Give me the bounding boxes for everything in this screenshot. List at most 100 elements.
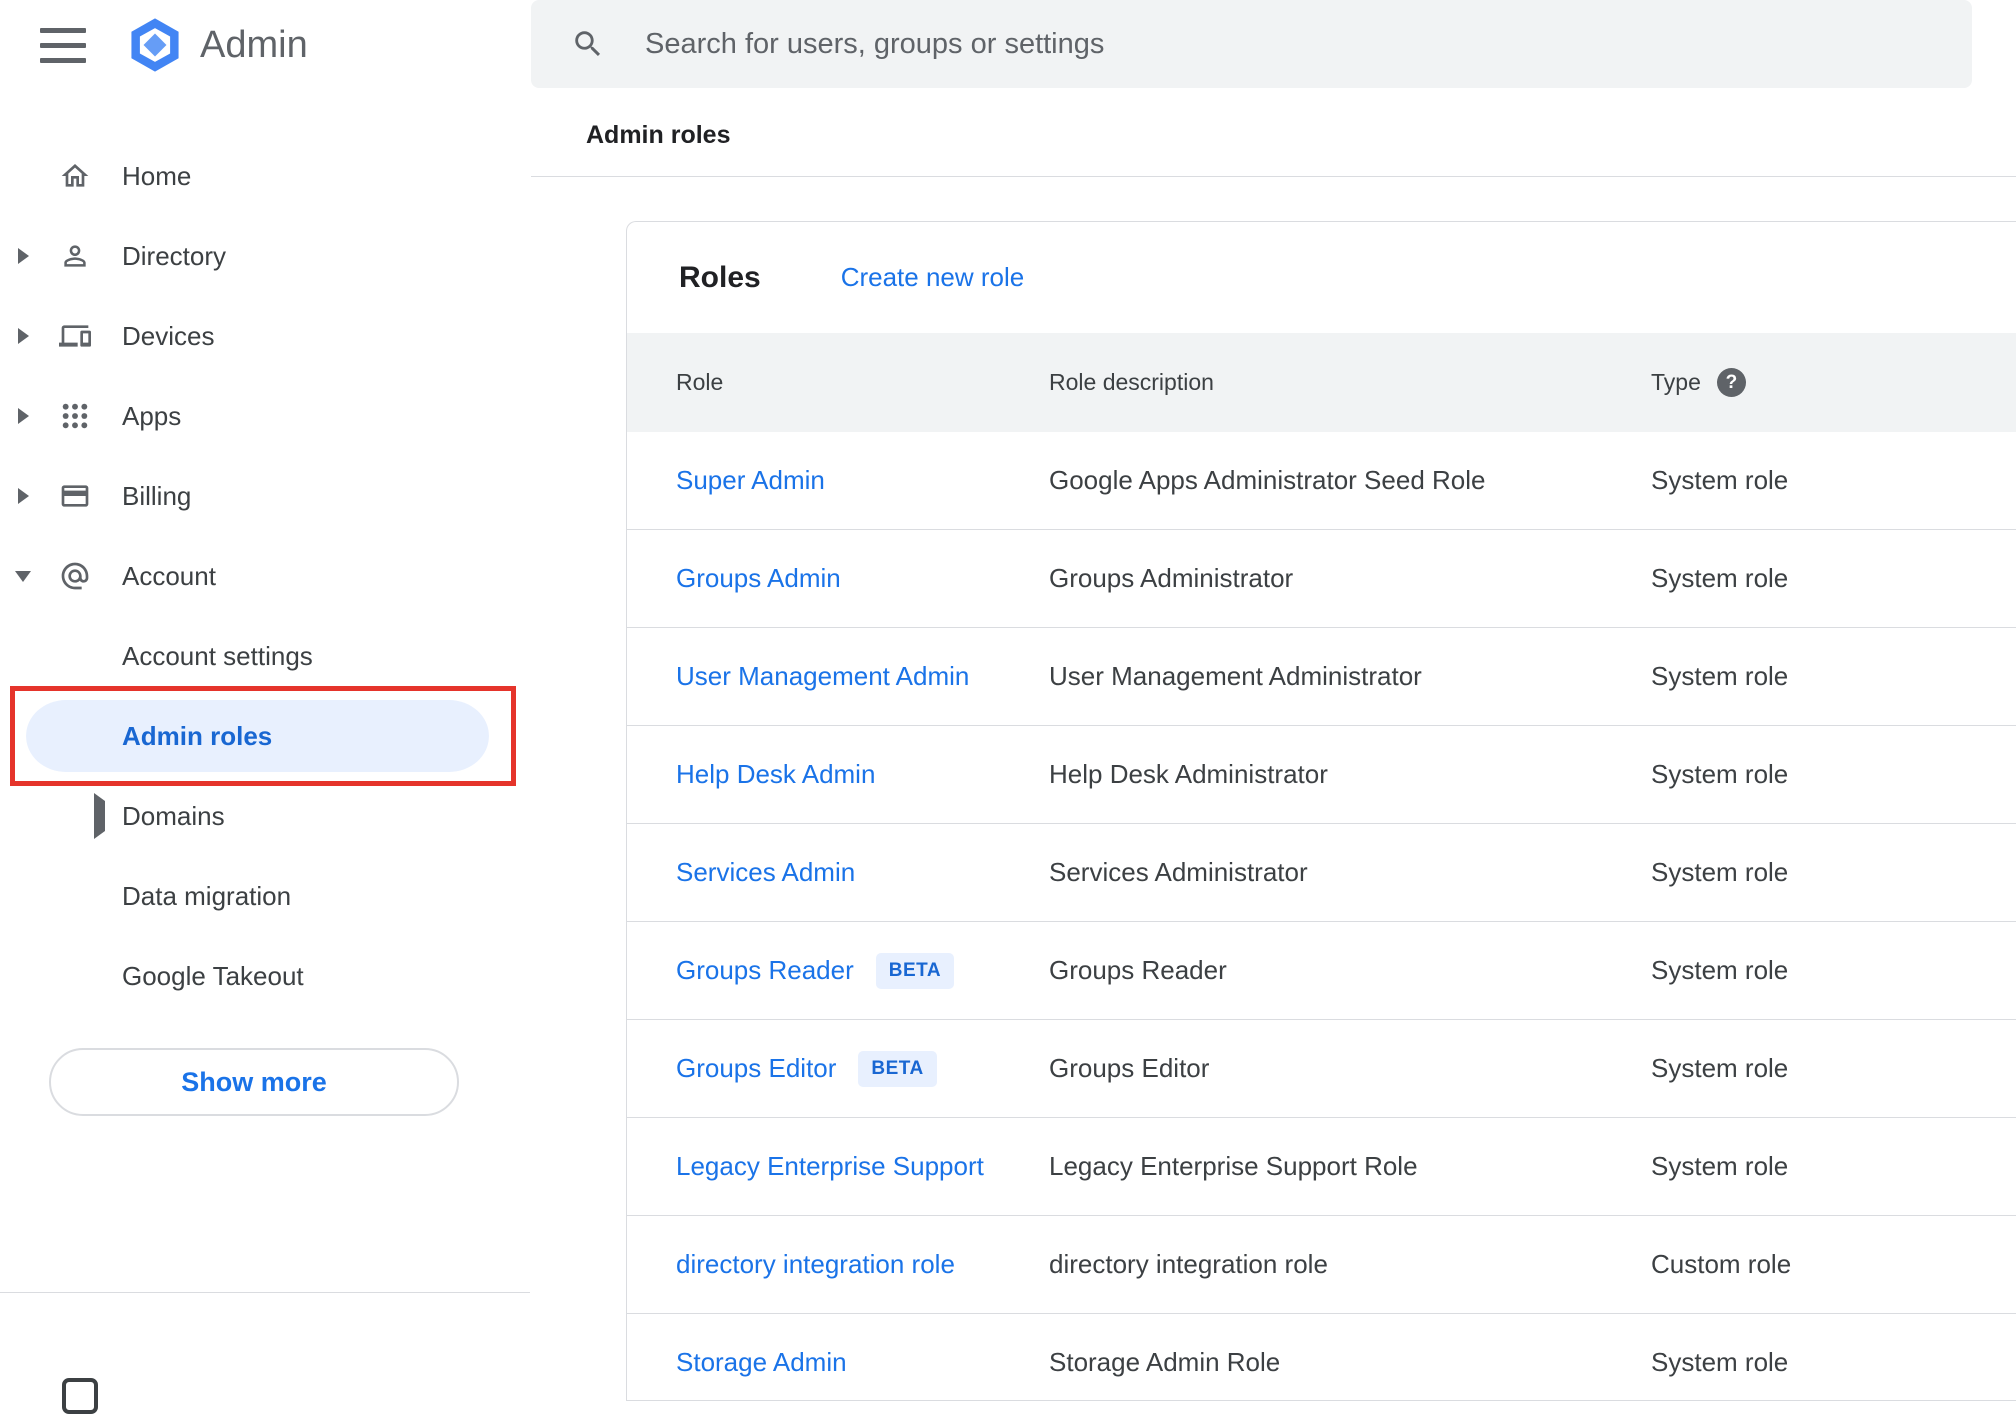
admin-logo: Admin	[126, 16, 308, 74]
sidebar-item-label: Account	[122, 560, 216, 591]
role-description: Groups Editor	[1049, 1053, 1210, 1083]
hamburger-menu-icon[interactable]	[40, 22, 88, 68]
show-more-button[interactable]: Show more	[49, 1048, 459, 1116]
table-header-row: Role Role description Type ?	[627, 333, 2016, 432]
sidebar-subitem-label: Account settings	[122, 640, 313, 671]
header-divider	[531, 176, 2016, 177]
role-type: System role	[1651, 759, 1789, 789]
sidebar-item-billing[interactable]: Billing	[0, 456, 530, 536]
sidebar-item-directory[interactable]: Directory	[0, 216, 530, 296]
role-link[interactable]: directory integration role	[676, 1249, 955, 1280]
chevron-right-icon[interactable]	[0, 248, 46, 264]
create-new-role-link[interactable]: Create new role	[841, 262, 1025, 293]
role-cell: Groups Admin	[627, 563, 1049, 594]
chevron-right-icon[interactable]	[0, 408, 46, 424]
sidebar-item-label: Home	[122, 160, 192, 191]
credit-card-icon	[52, 480, 98, 512]
role-cell: Super Admin	[627, 465, 1049, 496]
chevron-down-icon[interactable]	[0, 570, 46, 582]
role-type: System role	[1651, 465, 1789, 495]
sidebar-subitem-label: Google Takeout	[122, 960, 304, 991]
role-description: Legacy Enterprise Support Role	[1049, 1151, 1418, 1181]
person-icon	[52, 240, 98, 272]
table-row: Super Admin Google Apps Administrator Se…	[627, 432, 2016, 530]
role-link[interactable]: Help Desk Admin	[676, 759, 875, 790]
sidebar-item-data-migration[interactable]: Data migration	[0, 856, 530, 936]
table-row: Legacy Enterprise Support Legacy Enterpr…	[627, 1118, 2016, 1216]
role-type: Custom role	[1651, 1249, 1792, 1279]
page-title: Roles	[679, 260, 761, 294]
sidebar-item-apps[interactable]: Apps	[0, 376, 530, 456]
role-cell: User Management Admin	[627, 661, 1049, 692]
role-description: Groups Reader	[1049, 955, 1227, 985]
role-link[interactable]: Legacy Enterprise Support	[676, 1151, 984, 1182]
sidebar-subitem-label: Admin roles	[122, 720, 273, 751]
at-sign-icon	[52, 560, 98, 592]
table-row: directory integration role directory int…	[627, 1216, 2016, 1314]
sidebar-item-label: Apps	[122, 400, 182, 431]
apps-grid-icon	[52, 400, 98, 432]
product-name: Admin	[200, 23, 308, 66]
role-link[interactable]: Storage Admin	[676, 1347, 847, 1378]
beta-badge: BETA	[858, 1050, 937, 1087]
role-cell: Help Desk Admin	[627, 759, 1049, 790]
beta-badge: BETA	[875, 952, 955, 989]
role-link[interactable]: Groups Admin	[676, 563, 841, 594]
role-type: System role	[1651, 955, 1789, 985]
search-bar[interactable]	[531, 0, 1972, 88]
role-description: Services Administrator	[1049, 857, 1308, 887]
role-type: System role	[1651, 1347, 1789, 1377]
role-link[interactable]: User Management Admin	[676, 661, 969, 692]
role-cell: directory integration role	[627, 1249, 1049, 1280]
sidebar-subitem-label: Domains	[122, 800, 225, 831]
role-description: Groups Administrator	[1049, 563, 1294, 593]
role-type: System role	[1651, 1151, 1789, 1181]
sidebar-item-google-takeout[interactable]: Google Takeout	[0, 936, 530, 1016]
role-description: User Management Administrator	[1049, 661, 1422, 691]
column-header-description: Role description	[1049, 369, 1214, 395]
help-icon[interactable]: ?	[1716, 368, 1746, 397]
role-description: directory integration role	[1049, 1249, 1328, 1279]
sidebar-item-domains[interactable]: Domains	[0, 776, 530, 856]
table-row: Groups Editor BETA Groups Editor System …	[627, 1020, 2016, 1118]
chevron-right-icon[interactable]	[0, 328, 46, 344]
chevron-right-icon[interactable]	[94, 792, 105, 839]
roles-table-body: Super Admin Google Apps Administrator Se…	[627, 432, 2016, 1400]
chevron-right-icon[interactable]	[0, 488, 46, 504]
sidebar-header: Admin	[0, 0, 530, 90]
sidebar-item-label: Billing	[122, 480, 192, 511]
role-link[interactable]: Super Admin	[676, 465, 825, 496]
breadcrumb: Admin roles	[586, 121, 731, 149]
table-row: Groups Admin Groups Administrator System…	[627, 530, 2016, 628]
sidebar-subitem-label: Data migration	[122, 880, 292, 911]
role-cell: Groups Editor BETA	[627, 1050, 1049, 1087]
table-row: Services Admin Services Administrator Sy…	[627, 824, 2016, 922]
sidebar-item-admin-roles[interactable]: Admin roles	[26, 696, 489, 776]
sidebar-item-home[interactable]: Home	[0, 136, 530, 216]
sidebar-item-label: Directory	[122, 240, 227, 271]
table-row: Storage Admin Storage Admin Role System …	[627, 1314, 2016, 1400]
table-row: Groups Reader BETA Groups Reader System …	[627, 922, 2016, 1020]
role-description: Storage Admin Role	[1049, 1347, 1281, 1377]
sidebar-item-account[interactable]: Account	[0, 536, 530, 616]
role-description: Google Apps Administrator Seed Role	[1049, 465, 1486, 495]
roles-card-header: Roles Create new role	[627, 222, 2016, 333]
admin-logo-icon	[131, 18, 179, 72]
role-type: System role	[1651, 563, 1789, 593]
role-link[interactable]: Groups Reader	[676, 955, 854, 986]
sidebar-divider	[0, 1292, 530, 1293]
role-link[interactable]: Groups Editor	[676, 1053, 836, 1084]
role-type: System role	[1651, 1053, 1789, 1083]
partial-bottom-icon	[62, 1378, 98, 1414]
search-icon	[571, 27, 605, 61]
role-link[interactable]: Services Admin	[676, 857, 855, 888]
sidebar-item-devices[interactable]: Devices	[0, 296, 530, 376]
role-type: System role	[1651, 661, 1789, 691]
home-icon	[52, 160, 98, 192]
search-input[interactable]	[645, 0, 1942, 88]
sidebar: Admin Home Directory Devices Apps Billin…	[0, 0, 530, 1414]
role-cell: Storage Admin	[627, 1347, 1049, 1378]
sidebar-item-account-settings[interactable]: Account settings	[0, 616, 530, 696]
devices-icon	[52, 320, 98, 352]
role-description: Help Desk Administrator	[1049, 759, 1328, 789]
